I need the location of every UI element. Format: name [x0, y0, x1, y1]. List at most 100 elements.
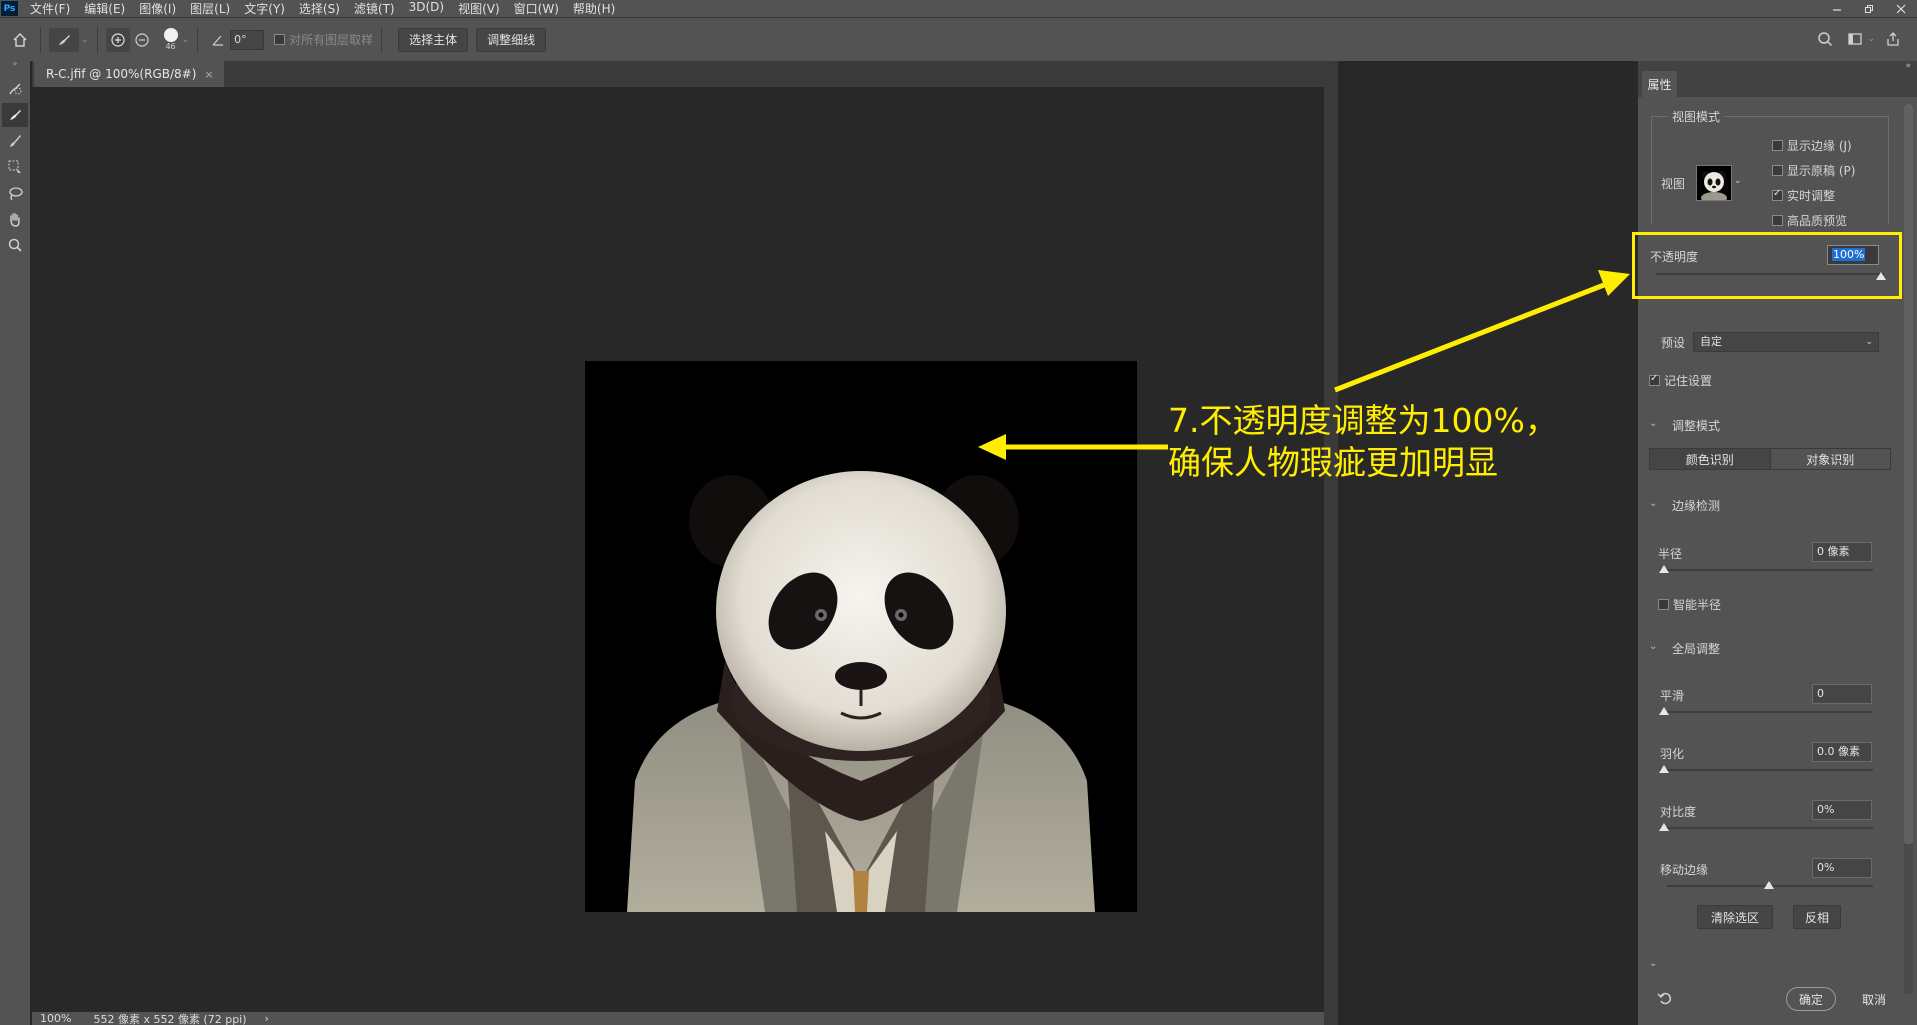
menu-file[interactable]: 文件(F) — [30, 0, 70, 17]
document-tab-strip: R-C.jfif @ 100%(RGB/8#) × — [32, 61, 1324, 87]
document-image[interactable] — [585, 361, 1137, 912]
show-edge-box[interactable] — [1772, 140, 1783, 151]
select-subject-button[interactable]: 选择主体 — [398, 27, 469, 52]
quick-selection-tool-icon[interactable] — [2, 77, 28, 101]
sample-all-layers-box[interactable] — [274, 34, 286, 45]
zoom-tool-icon[interactable] — [2, 233, 28, 257]
tools-panel: » — [0, 60, 30, 1025]
subtract-detection-icon[interactable] — [130, 28, 154, 52]
menu-edit[interactable]: 编辑(E) — [84, 0, 125, 17]
menu-select[interactable]: 选择(S) — [299, 0, 340, 17]
radius-slider-thumb[interactable] — [1659, 565, 1669, 573]
zoom-level[interactable]: 100% — [40, 1012, 71, 1025]
hand-tool-icon[interactable] — [2, 207, 28, 231]
edge-detect-chevron-icon[interactable]: ⌄ — [1649, 498, 1657, 509]
view-mode-caret-icon[interactable]: ⌄ — [1734, 176, 1746, 192]
high-quality-checkbox[interactable]: 高品质预览 — [1772, 212, 1847, 229]
color-aware-button[interactable]: 颜色识别 — [1650, 449, 1770, 469]
menu-3d[interactable]: 3D(D) — [409, 0, 444, 17]
menu-type[interactable]: 文字(Y) — [244, 0, 285, 17]
workspace-icon[interactable] — [1843, 27, 1867, 51]
search-icon[interactable] — [1813, 27, 1837, 51]
tool-preset-caret-icon[interactable]: ⌄ — [81, 35, 89, 45]
refine-edge-brush-tool-icon[interactable] — [2, 103, 28, 127]
contrast-slider-thumb[interactable] — [1659, 823, 1669, 831]
expand-detection-icon[interactable] — [105, 27, 130, 52]
show-original-box[interactable] — [1772, 165, 1783, 176]
view-mode-thumbnail[interactable] — [1696, 165, 1732, 201]
smart-radius-box[interactable] — [1658, 599, 1669, 610]
feather-slider[interactable] — [1660, 769, 1873, 771]
photoshop-logo: Ps — [1, 1, 18, 16]
object-selection-tool-icon[interactable] — [2, 155, 28, 179]
status-arrow-icon[interactable]: › — [265, 1012, 269, 1025]
menu-window[interactable]: 窗口(W) — [514, 0, 559, 17]
menu-help[interactable]: 帮助(H) — [573, 0, 615, 17]
global-adjust-title: 全局调整 — [1672, 642, 1721, 656]
workspace-caret-icon[interactable]: ⌄ — [1867, 34, 1875, 44]
feather-input[interactable]: 0.0 像素 — [1812, 742, 1872, 762]
menu-image[interactable]: 图像(I) — [139, 0, 176, 17]
annotation-text: 7.不透明度调整为100%， 确保人物瑕疵更加明显 — [1168, 400, 1558, 484]
object-aware-button[interactable]: 对象识别 — [1769, 449, 1890, 469]
menu-filter[interactable]: 滤镜(T) — [354, 0, 395, 17]
brush-size-picker[interactable]: 46 — [163, 28, 178, 51]
smooth-input[interactable]: 0 — [1812, 684, 1872, 704]
cancel-button[interactable]: 取消 — [1848, 987, 1900, 1011]
menu-layer[interactable]: 图层(L) — [190, 0, 230, 17]
angle-input[interactable]: 0° — [230, 29, 265, 50]
view-label: 视图 — [1661, 177, 1686, 191]
radius-label: 半径 — [1658, 547, 1683, 561]
contrast-slider[interactable] — [1660, 827, 1873, 829]
tab-properties[interactable]: 属性 — [1642, 71, 1677, 97]
contrast-input[interactable]: 0% — [1812, 800, 1872, 820]
menu-view[interactable]: 视图(V) — [458, 0, 500, 17]
radius-input[interactable]: 0 像素 — [1812, 542, 1872, 562]
edge-detect-title: 边缘检测 — [1672, 499, 1721, 513]
smooth-slider[interactable] — [1660, 711, 1873, 713]
contrast-label: 对比度 — [1660, 805, 1697, 819]
high-quality-box[interactable] — [1772, 215, 1783, 226]
restore-icon[interactable] — [1853, 0, 1885, 17]
shift-edge-input[interactable]: 0% — [1812, 858, 1872, 878]
share-icon[interactable] — [1881, 27, 1905, 51]
brush-size-caret-icon[interactable]: ⌄ — [182, 35, 190, 45]
smart-radius-checkbox[interactable]: 智能半径 — [1658, 596, 1721, 613]
sample-all-layers-checkbox[interactable]: 对所有图层取样 — [274, 31, 373, 48]
reset-icon[interactable] — [1657, 990, 1673, 1009]
smooth-slider-thumb[interactable] — [1659, 707, 1669, 715]
show-original-checkbox[interactable]: 显示原稿 (P) — [1772, 162, 1855, 179]
preset-value: 自定 — [1700, 335, 1722, 348]
lasso-tool-icon[interactable] — [2, 181, 28, 205]
close-tab-icon[interactable]: × — [204, 68, 213, 81]
collapse-panel-icon[interactable]: » — [1905, 61, 1911, 71]
remember-settings-checkbox[interactable]: 记住设置 — [1649, 372, 1712, 389]
feather-slider-thumb[interactable] — [1659, 765, 1669, 773]
minimize-icon[interactable] — [1821, 0, 1853, 17]
refine-brush-tool-icon[interactable] — [49, 27, 79, 52]
canvas-area[interactable] — [32, 87, 1324, 1012]
preset-caret-icon: ⌄ — [1865, 337, 1873, 347]
close-icon[interactable] — [1885, 0, 1917, 17]
show-edge-checkbox[interactable]: 显示边缘 (J) — [1772, 137, 1852, 154]
invert-button[interactable]: 反相 — [1793, 905, 1841, 929]
realtime-box[interactable] — [1772, 188, 1783, 201]
adjust-mode-chevron-icon[interactable]: ⌄ — [1649, 418, 1657, 429]
realtime-checkbox[interactable]: 实时调整 — [1772, 187, 1835, 204]
radius-slider[interactable] — [1660, 569, 1873, 571]
document-info: 552 像素 x 552 像素 (72 ppi) — [93, 1012, 247, 1025]
brush-tool-icon[interactable] — [2, 129, 28, 153]
adjust-mode-segmented: 颜色识别 对象识别 — [1649, 448, 1891, 470]
global-adjust-chevron-icon[interactable]: ⌄ — [1649, 641, 1657, 652]
panel-scrollbar[interactable] — [1904, 104, 1913, 844]
document-tab[interactable]: R-C.jfif @ 100%(RGB/8#) × — [34, 61, 224, 87]
output-settings-chevron-icon[interactable]: ⌄ — [1649, 958, 1657, 969]
home-icon[interactable] — [8, 28, 32, 52]
shift-edge-slider-thumb[interactable] — [1764, 881, 1774, 889]
high-quality-label: 高品质预览 — [1787, 214, 1848, 228]
ok-button[interactable]: 确定 — [1786, 987, 1836, 1011]
remember-settings-box[interactable] — [1649, 373, 1660, 386]
preset-select[interactable]: 自定 ⌄ — [1693, 332, 1879, 352]
refine-hair-button[interactable]: 调整细线 — [476, 27, 547, 52]
clear-selection-button[interactable]: 清除选区 — [1697, 905, 1773, 929]
